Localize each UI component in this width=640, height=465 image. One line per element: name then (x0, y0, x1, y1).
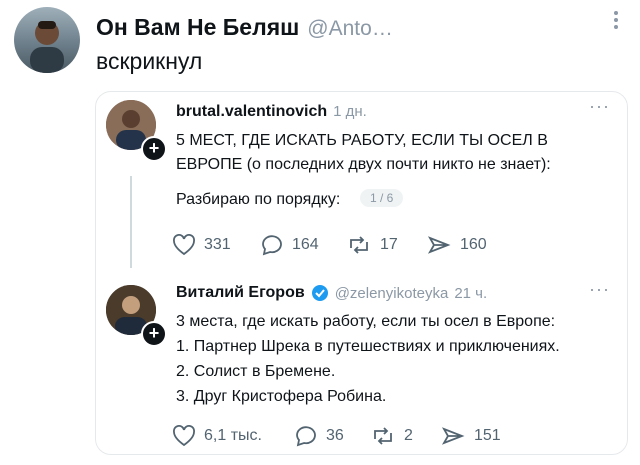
post2-reposts-count: 2 (404, 427, 413, 444)
post2-more-icon[interactable]: ··· (589, 279, 610, 300)
comment-icon-2[interactable] (294, 425, 318, 447)
main-post-text: вскрикнул (96, 48, 203, 74)
post1-text-line2: ЕВРОПЕ (о последних двух почти никто не … (176, 156, 551, 173)
post2-text-line2: 1. Партнер Шрека в путешествиях и приклю… (176, 338, 560, 355)
post2-views-count: 151 (474, 427, 501, 444)
post1-pager-badge: 1 / 6 (360, 189, 404, 207)
reply-heart-icon[interactable] (172, 234, 196, 256)
post1-time: 1 дн. (333, 103, 367, 120)
main-author-handle[interactable]: @Anto… (307, 17, 393, 41)
main-author-name[interactable]: Он Вам Не Беляш (96, 14, 299, 41)
main-author-avatar[interactable] (14, 7, 80, 73)
post2-author-name[interactable]: Виталий Егоров (176, 284, 305, 302)
post1-follow-plus-icon[interactable]: + (141, 136, 167, 162)
comment-icon[interactable] (260, 234, 284, 256)
post1-reposts-count: 164 (292, 236, 319, 253)
share-icon-2[interactable] (440, 425, 466, 447)
post2-text-line4: 3. Друг Кристофера Робина. (176, 388, 387, 405)
post1-replies-count: 331 (204, 236, 231, 253)
post1-likes-repost-count: 17 (380, 236, 398, 253)
post1-views-count: 160 (460, 236, 487, 253)
repost-icon-2[interactable] (370, 425, 396, 447)
thread-connector-line (130, 176, 132, 268)
post1-more-icon[interactable]: ··· (589, 96, 610, 117)
post2-likes-count: 6,1 тыс. (204, 427, 262, 444)
main-post-menu-icon[interactable] (612, 10, 620, 30)
share-icon[interactable] (426, 234, 452, 256)
post2-text-line3: 2. Солист в Бремене. (176, 363, 336, 380)
repost-icon[interactable] (346, 234, 372, 256)
post2-handle[interactable]: @zelenyikoteyka (335, 285, 449, 302)
post1-text-line3: Разбираю по порядку: (176, 191, 341, 208)
post2-replies-count: 36 (326, 427, 344, 444)
post1-author-name[interactable]: brutal.valentinovich (176, 103, 327, 121)
verified-badge-icon (311, 284, 329, 302)
post2-follow-plus-icon[interactable]: + (141, 321, 167, 347)
like-heart-icon[interactable] (172, 425, 196, 447)
post2-text-line1: 3 места, где искать работу, если ты осел… (176, 313, 556, 330)
post2-time: 21 ч. (454, 284, 488, 302)
post1-text-line1: 5 МЕСТ, ГДЕ ИСКАТЬ РАБОТУ, ЕСЛИ ТЫ ОСЕЛ … (176, 132, 548, 149)
